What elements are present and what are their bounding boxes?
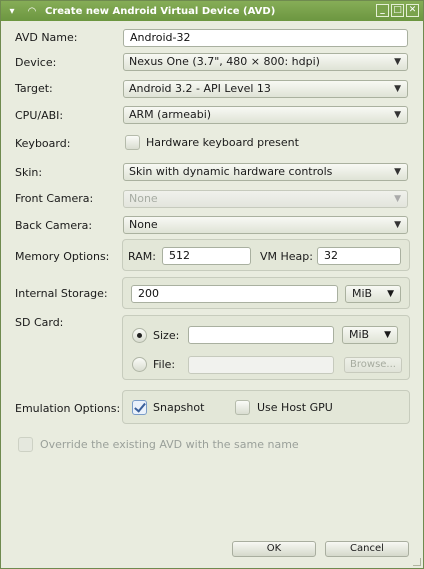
resize-grip[interactable] [413,558,421,566]
sd-size-unit-select[interactable]: MiB ▼ [342,326,398,344]
memory-options-group: RAM: 512 VM Heap: 32 [122,239,410,271]
hardware-keyboard-option-label: Hardware keyboard present [146,136,299,149]
target-label: Target: [15,82,53,95]
snapshot-label: Snapshot [153,401,205,414]
ok-button[interactable]: OK [232,541,316,557]
device-select-value: Nexus One (3.7", 480 × 800: hdpi) [129,55,320,68]
maximize-icon[interactable]: □ [391,4,404,17]
hardware-keyboard-checkbox[interactable] [125,135,140,150]
back-camera-select-value: None [129,218,158,231]
sd-file-label: File: [153,358,176,371]
chevron-down-icon: ▼ [394,194,401,204]
minimize-icon[interactable]: _ [376,4,389,17]
front-camera-select: None ▼ [123,190,408,208]
override-avd-label: Override the existing AVD with the same … [40,438,299,451]
sd-file-radio[interactable] [132,357,147,372]
cpu-abi-select-value: ARM (armeabi) [129,108,212,121]
close-icon[interactable]: ✕ [406,4,419,17]
internal-storage-label: Internal Storage: [15,287,108,300]
skin-label: Skin: [15,166,43,179]
internal-storage-group: 200 MiB ▼ [122,277,410,309]
internal-storage-unit-select[interactable]: MiB ▼ [345,285,401,303]
cpu-abi-select[interactable]: ARM (armeabi) ▼ [123,106,408,124]
keyboard-label: Keyboard: [15,137,71,150]
vm-heap-input[interactable]: 32 [317,247,401,265]
sd-card-label: SD Card: [15,316,64,329]
ram-input[interactable]: 512 [162,247,251,265]
browse-button: Browse... [344,357,402,373]
avd-name-label: AVD Name: [15,31,78,44]
use-host-gpu-label: Use Host GPU [257,401,333,414]
window-controls: _ □ ✕ [376,4,419,17]
device-select[interactable]: Nexus One (3.7", 480 × 800: hdpi) ▼ [123,53,408,71]
sd-card-group: Size: MiB ▼ File: Browse... [122,315,410,380]
target-select[interactable]: Android 3.2 - API Level 13 ▼ [123,80,408,98]
vm-heap-label: VM Heap: [260,250,313,263]
avd-dialog-window: ▾ ◠ Create new Android Virtual Device (A… [0,0,424,569]
chevron-down-icon: ▼ [394,84,401,94]
sd-size-input[interactable] [188,326,334,344]
window-title: Create new Android Virtual Device (AVD) [45,5,276,17]
cancel-button[interactable]: Cancel [325,541,409,557]
chevron-down-icon: ▼ [394,167,401,177]
ram-label: RAM: [128,250,156,263]
front-camera-label: Front Camera: [15,192,94,205]
avd-name-input[interactable]: Android-32 [123,29,408,47]
android-icon: ◠ [28,5,36,17]
chevron-down-icon: ▼ [394,220,401,230]
device-label: Device: [15,56,57,69]
internal-storage-unit-value: MiB [352,287,373,300]
emulation-options-label: Emulation Options: [15,402,121,415]
skin-select-value: Skin with dynamic hardware controls [129,165,333,178]
sd-size-label: Size: [153,329,180,342]
sd-size-unit-value: MiB [349,328,370,341]
front-camera-select-value: None [129,192,158,205]
cpu-abi-label: CPU/ABI: [15,109,64,122]
window-menu-icon[interactable]: ▾ [5,4,19,18]
chevron-down-icon: ▼ [387,289,394,299]
chevron-down-icon: ▼ [394,57,401,67]
use-host-gpu-checkbox[interactable] [235,400,250,415]
title-bar[interactable]: ▾ ◠ Create new Android Virtual Device (A… [1,1,423,21]
memory-options-label: Memory Options: [15,250,110,263]
sd-size-radio[interactable] [132,328,147,343]
skin-select[interactable]: Skin with dynamic hardware controls ▼ [123,163,408,181]
snapshot-checkbox[interactable] [132,400,147,415]
chevron-down-icon: ▼ [394,110,401,120]
internal-storage-input[interactable]: 200 [131,285,338,303]
target-select-value: Android 3.2 - API Level 13 [129,82,271,95]
sd-file-input [188,356,334,374]
chevron-down-icon: ▼ [384,330,391,340]
back-camera-select[interactable]: None ▼ [123,216,408,234]
back-camera-label: Back Camera: [15,219,93,232]
override-avd-checkbox [18,437,33,452]
emulation-options-group: Snapshot Use Host GPU [122,390,410,424]
